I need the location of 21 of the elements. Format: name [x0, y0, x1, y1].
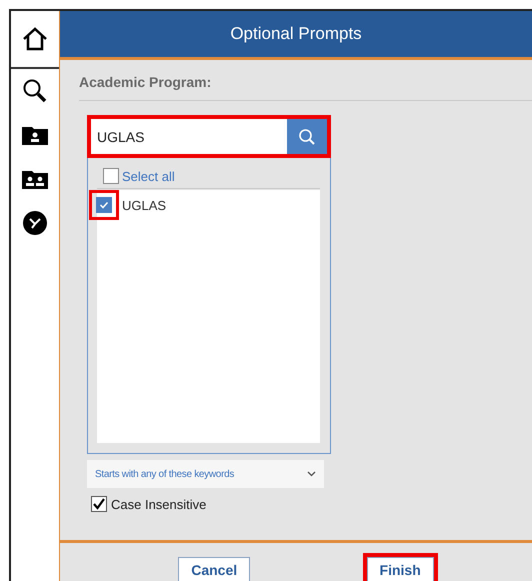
check-icon	[92, 497, 106, 511]
option-label: UGLAS	[122, 198, 166, 212]
chevron-down-icon	[307, 471, 316, 477]
checkbox[interactable]	[91, 496, 107, 512]
search-box[interactable]: UGLAS	[87, 115, 331, 158]
checkbox[interactable]	[103, 168, 119, 184]
folder-person-icon	[22, 125, 48, 145]
search-button[interactable]	[287, 119, 327, 154]
home-icon	[22, 27, 48, 51]
search-icon	[22, 78, 48, 104]
folder-people-icon	[22, 169, 48, 189]
select-all-link[interactable]: Select all	[122, 168, 175, 184]
checkbox[interactable]	[89, 190, 119, 220]
search-icon	[298, 128, 316, 146]
clock-icon	[23, 211, 47, 235]
action-button[interactable]: Finish	[362, 553, 438, 581]
dialog-title: Optional Prompts	[230, 24, 362, 44]
prompt-label: Academic Program:	[79, 60, 532, 101]
checkbox-label: Case Insensitive	[111, 496, 206, 512]
check-icon	[98, 199, 110, 211]
match-mode-dropdown[interactable]: Starts with any of these keywords	[87, 460, 324, 488]
